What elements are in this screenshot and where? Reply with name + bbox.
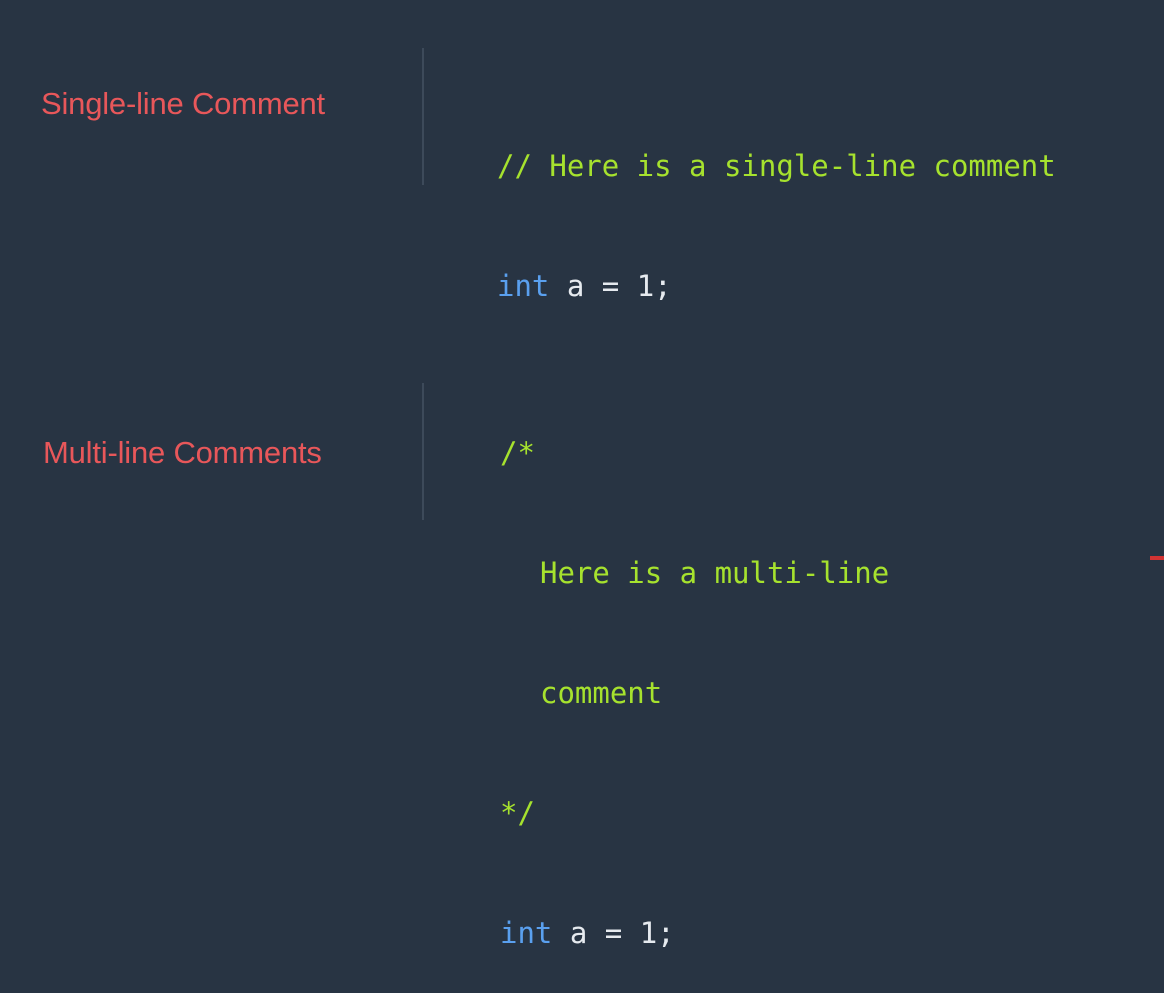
code-keyword: int [500, 916, 553, 950]
multi-line-comment-body-1: Here is a multi-line [540, 556, 890, 590]
multi-line-comments-title: Multi-line Comments [43, 435, 322, 470]
single-line-comment-text: // Here is a single-line comment [497, 149, 1056, 183]
code-statement: a = 1; [549, 269, 672, 303]
multi-line-comment-close: */ [500, 796, 535, 830]
code-keyword: int [497, 269, 550, 303]
single-line-code-block: // Here is a single-line comment int a =… [497, 66, 1056, 346]
multi-line-comment-body-2: comment [540, 676, 663, 710]
single-line-code-line: int a = 1; [497, 266, 1056, 306]
multi-line-code-block: /* Here is a multi-line comment */ int a… [500, 353, 889, 993]
multi-line-comment-open: /* [500, 436, 535, 470]
multi-line-code-line: int a = 1; [500, 913, 889, 953]
section-divider-multi [422, 383, 424, 520]
code-statement: a = 1; [552, 916, 675, 950]
single-line-comment-title: Single-line Comment [41, 86, 325, 121]
progress-marker [1150, 556, 1164, 560]
section-divider-single [422, 48, 424, 185]
